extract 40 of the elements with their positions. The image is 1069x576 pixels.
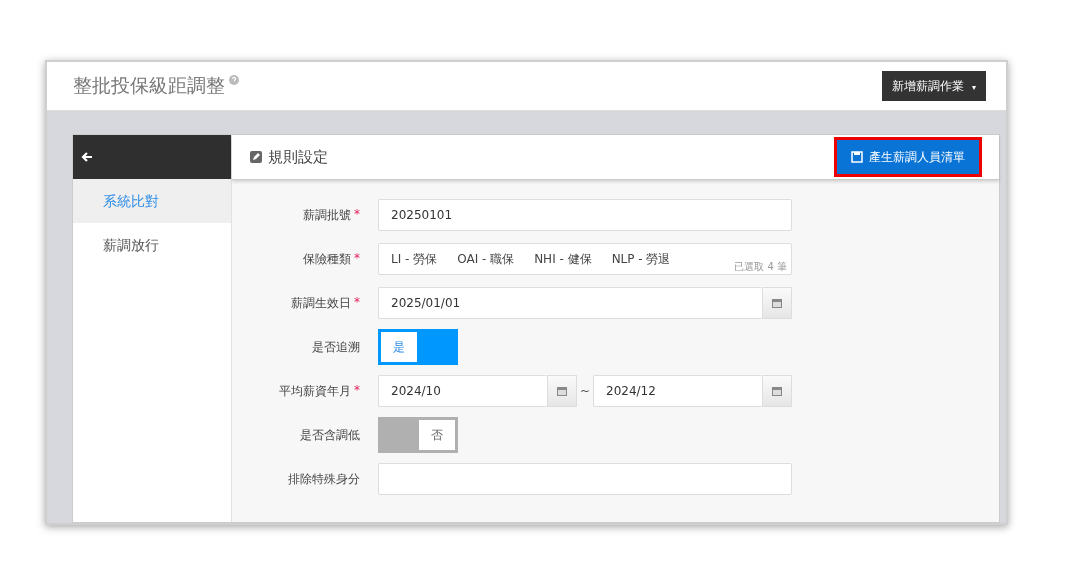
field-label: 平均薪資年月 [279, 382, 351, 400]
required-mark: * [354, 250, 360, 267]
field-label: 是否追溯 [312, 338, 360, 356]
input-field[interactable]: 20250101 [378, 199, 792, 231]
required-mark: * [354, 294, 360, 311]
calendar-icon [771, 385, 783, 397]
month-field[interactable]: 2024/12 [593, 375, 762, 407]
sidebar-item[interactable]: 薪調放行 [73, 223, 231, 267]
save-icon [851, 151, 863, 163]
tag: NLP - 勞退 [611, 250, 671, 268]
toggle-switch[interactable]: 是 [378, 329, 458, 365]
help-icon[interactable] [229, 75, 239, 85]
page-title: 整批投保級距調整 [73, 73, 225, 98]
month-field[interactable]: 2024/10 [378, 375, 547, 407]
section-title: 規則設定 [268, 147, 328, 167]
calendar-button[interactable] [762, 287, 792, 319]
field-label: 薪調批號 [303, 206, 351, 224]
field-label: 是否含調低 [300, 426, 360, 444]
tag: OAI - 職保 [457, 250, 515, 268]
calendar-icon [556, 385, 568, 397]
selected-count: 已選取 4 筆 [734, 260, 787, 274]
calendar-button[interactable] [762, 375, 792, 407]
input-field[interactable] [378, 463, 792, 495]
back-arrow-icon[interactable] [81, 151, 93, 163]
field-label: 排除特殊身分 [288, 470, 360, 488]
new-job-button[interactable]: 新增薪調作業 ▾ [882, 71, 986, 101]
calendar-button[interactable] [547, 375, 577, 407]
required-mark: * [354, 206, 360, 223]
tag: LI - 勞保 [391, 250, 438, 268]
field-label: 保險種類 [303, 250, 351, 268]
range-separator: ~ [578, 384, 592, 398]
toggle-switch[interactable]: 否 [378, 417, 458, 453]
date-field[interactable]: 2025/01/01 [378, 287, 762, 319]
tag: NHI - 健保 [534, 250, 592, 268]
generate-list-button[interactable]: 產生薪調人員清單 [837, 140, 979, 174]
edit-icon [250, 151, 262, 163]
tag-select-field[interactable]: LI - 勞保 OAI - 職保 NHI - 健保 NLP - 勞退 已選取 4 筆 [378, 243, 792, 275]
field-label: 薪調生效日 [291, 294, 351, 312]
required-mark: * [354, 382, 360, 399]
calendar-icon [771, 297, 783, 309]
